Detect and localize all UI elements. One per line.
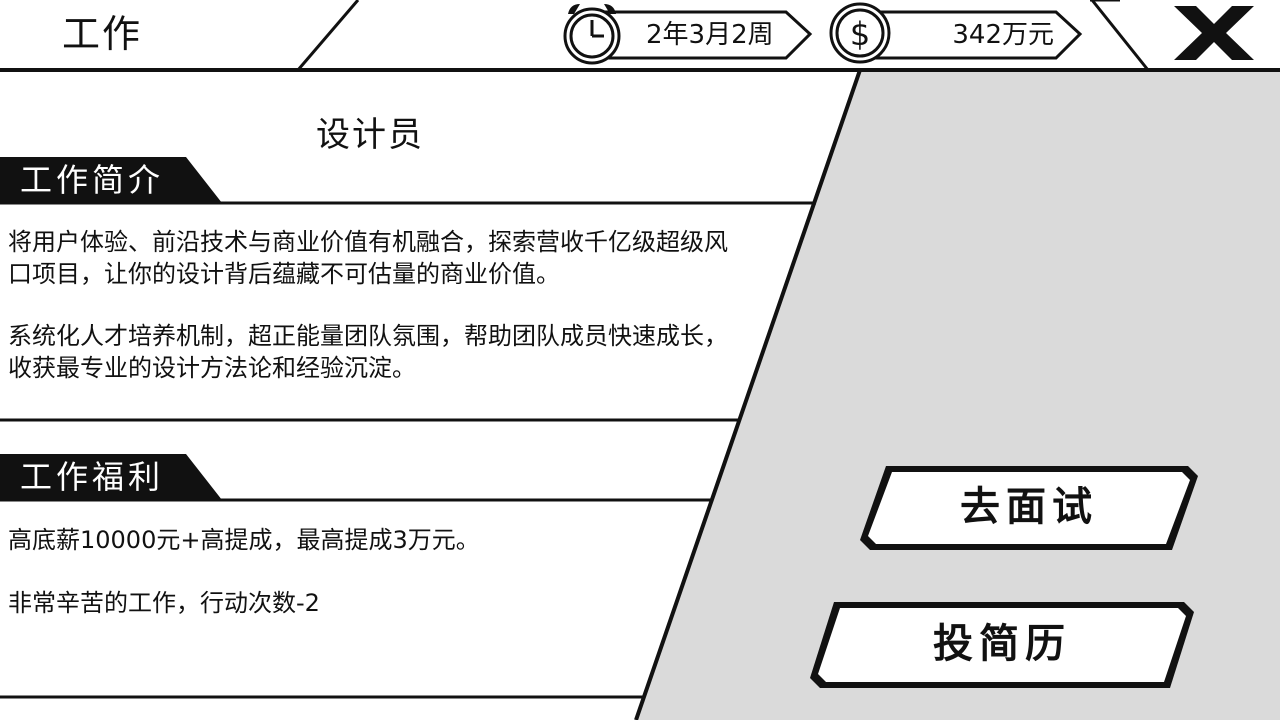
submit-resume-button[interactable]: 投简历 (806, 598, 1198, 692)
intro-paragraph-1: 将用户体验、前沿技术与商业价值有机融合，探索营收千亿级超级风口项目，让你的设计背… (8, 228, 728, 288)
benefits-paragraph-2: 非常辛苦的工作，行动次数-2 (8, 589, 320, 617)
benefits-heading: 工作福利 (20, 458, 165, 496)
job-detail-screen: 工作 2年3月2周 $ 342万元 设计员 工作简介 将用户体验、前沿技术与商业… (0, 0, 1280, 720)
alarm-clock-icon (563, 4, 621, 65)
go-interview-button[interactable]: 去面试 (856, 462, 1202, 554)
benefits-section-tag: 工作福利 (0, 454, 222, 502)
game-date: 2年3月2周 (646, 20, 774, 50)
svg-text:$: $ (850, 15, 870, 53)
interview-label: 去面试 (960, 484, 1098, 530)
benefits-paragraph-1: 高底薪10000元+高提成，最高提成3万元。 (8, 526, 480, 554)
intro-heading: 工作简介 (20, 161, 165, 199)
resume-label: 投简历 (933, 621, 1071, 667)
close-button[interactable] (1168, 2, 1260, 64)
money-amount: 342万元 (952, 20, 1054, 50)
job-title: 设计员 (316, 115, 424, 155)
header-slant-left (296, 0, 360, 71)
page-title: 工作 (62, 12, 143, 56)
close-x-icon (1174, 6, 1254, 60)
intro-paragraph-2: 系统化人才培养机制，超正能量团队氛围，帮助团队成员快速成长，收获最专业的设计方法… (8, 322, 728, 382)
intro-section-tag: 工作简介 (0, 157, 222, 205)
dollar-coin-icon: $ (829, 2, 891, 64)
header-slant-right (1090, 0, 1150, 71)
